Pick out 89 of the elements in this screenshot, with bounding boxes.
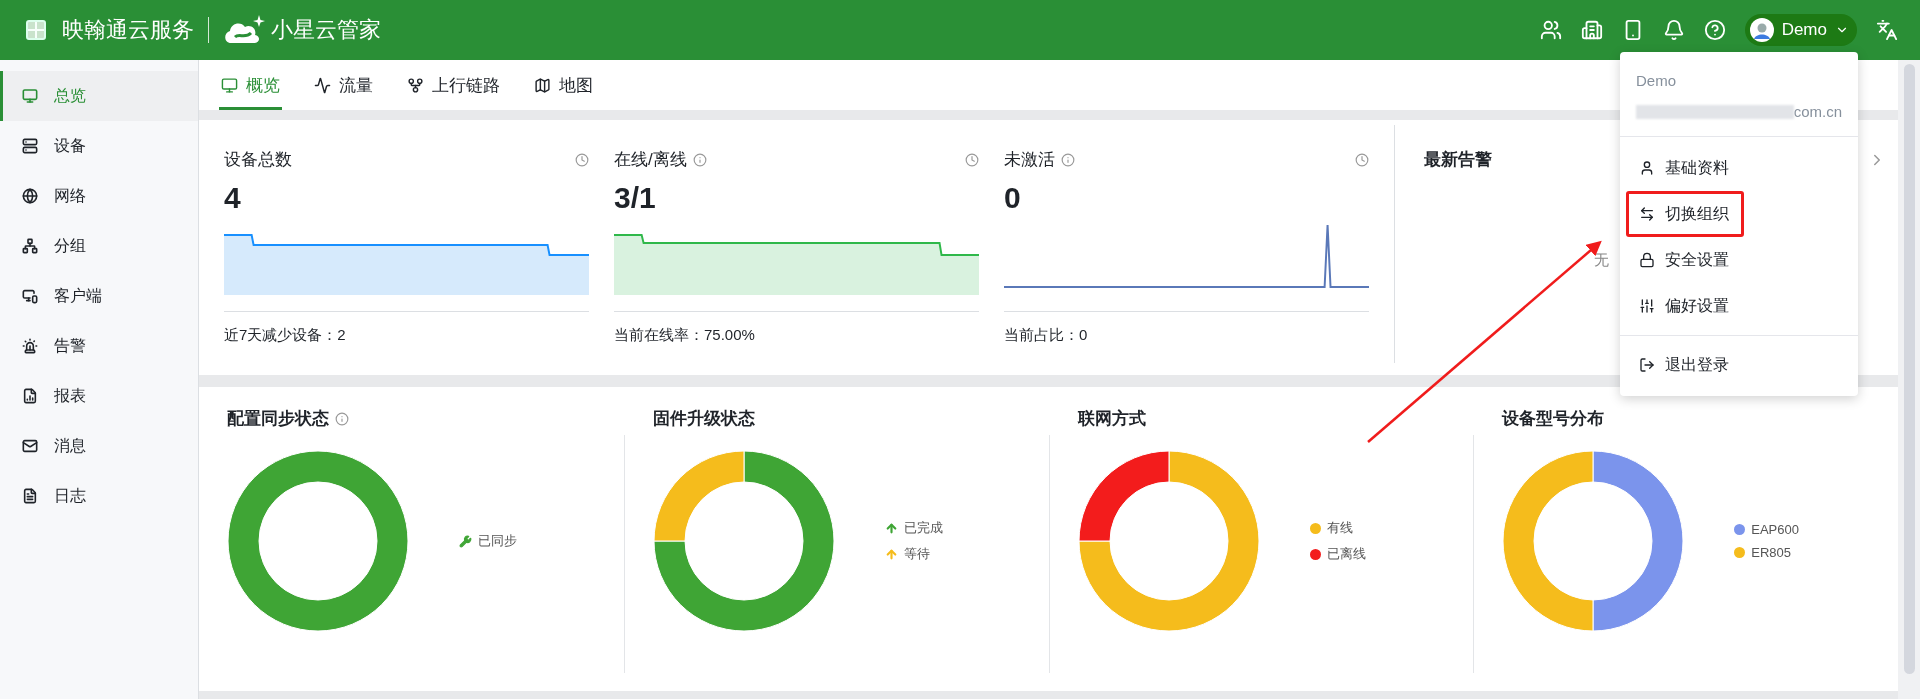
sidebar-label: 消息 — [54, 435, 86, 456]
report-icon — [22, 388, 38, 404]
sidebar-label: 总览 — [54, 85, 86, 106]
legend-label: 已离线 — [1326, 545, 1366, 563]
menu-label: 基础资料 — [1665, 157, 1729, 178]
sidebar-item[interactable]: 日志 — [0, 471, 198, 521]
notification-icon[interactable] — [1662, 19, 1685, 41]
stat-title: 未激活 — [1004, 149, 1055, 171]
globe-icon — [22, 188, 38, 204]
clock-icon — [575, 152, 589, 167]
stat-footer: 当前占比：0 — [1004, 326, 1088, 343]
sidebar-item[interactable]: 网络 — [0, 171, 198, 221]
menu-label: 切换组织 — [1665, 203, 1729, 224]
tab[interactable]: 上行链路 — [405, 60, 502, 110]
lock-icon — [1639, 252, 1655, 268]
map-icon — [534, 76, 551, 94]
sliders-icon — [1639, 298, 1655, 314]
tab[interactable]: 概览 — [219, 60, 282, 110]
sidebar-label: 分组 — [54, 235, 86, 256]
product-name: 映翰通云服务 — [62, 16, 194, 44]
clock-icon — [965, 152, 979, 167]
menu-label: 偏好设置 — [1665, 295, 1729, 316]
app-name: 小星云管家 — [271, 16, 381, 44]
user-icon — [1639, 160, 1655, 176]
sidebar-item[interactable]: 客户端 — [0, 271, 198, 321]
devices-icon — [22, 288, 38, 304]
fork-icon — [407, 76, 424, 94]
chart-title: 配置同步状态 — [227, 408, 329, 430]
scrollbar-thumb[interactable] — [1903, 64, 1915, 674]
clock-icon — [1355, 152, 1369, 167]
avatar-icon — [1749, 18, 1774, 42]
stat-footer: 近7天减少设备：2 — [224, 326, 346, 343]
legend-label: 有线 — [1326, 519, 1353, 537]
menu-item[interactable]: 切换组织 — [1626, 191, 1744, 237]
stat-value: 4 — [224, 181, 242, 215]
stat-title: 在线/离线 — [614, 149, 687, 171]
sidebar-label: 客户端 — [54, 285, 102, 306]
email-text: com.cn — [1793, 103, 1842, 120]
legend-label: 已同步 — [478, 532, 517, 550]
logout-icon — [1639, 357, 1655, 373]
menu-label: 安全设置 — [1665, 249, 1729, 270]
network-icon — [22, 238, 38, 254]
apps-icon[interactable] — [24, 18, 48, 42]
sidebar-item[interactable]: 分组 — [0, 221, 198, 271]
user-name: Demo — [1635, 71, 1677, 89]
chart-title: 固件升级状态 — [652, 408, 755, 430]
sidebar-item[interactable]: 消息 — [0, 421, 198, 471]
document-icon — [22, 488, 38, 504]
sidebar-label: 网络 — [54, 185, 86, 206]
sidebar-label: 设备 — [54, 135, 86, 156]
menu-item[interactable]: 基础资料 — [1626, 145, 1744, 191]
translate-icon[interactable] — [1876, 19, 1898, 41]
activity-icon — [314, 76, 331, 94]
cloud-star-logo — [223, 15, 265, 45]
menu-item[interactable]: 安全设置 — [1626, 237, 1744, 283]
sidebar-item[interactable]: 设备 — [0, 121, 198, 171]
menu-label: 退出登录 — [1665, 354, 1729, 375]
legend-label: 已完成 — [903, 519, 943, 537]
alerts-title: 最新告警 — [1424, 149, 1492, 171]
stat-value: 0 — [1004, 181, 1022, 215]
mail-icon — [22, 438, 38, 454]
legend-label: 等待 — [903, 545, 930, 563]
empty-text: 无 — [1594, 251, 1609, 270]
menu-item[interactable]: 退出登录 — [1626, 342, 1744, 388]
sidebar-label: 日志 — [54, 485, 86, 506]
monitor-icon — [221, 76, 238, 94]
building-icon[interactable] — [1580, 19, 1603, 41]
tab[interactable]: 流量 — [312, 60, 375, 110]
chart-title: 设备型号分布 — [1502, 408, 1605, 430]
sidebar-label: 报表 — [54, 385, 86, 406]
users-icon[interactable] — [1539, 19, 1562, 41]
menu-item[interactable]: 偏好设置 — [1626, 283, 1744, 329]
stat-title: 设备总数 — [224, 149, 292, 171]
stat-footer: 当前在线率：75.00% — [614, 326, 755, 343]
chart-title: 联网方式 — [1077, 408, 1146, 430]
sidebar-label: 告警 — [54, 335, 86, 356]
sidebar-item[interactable]: 报表 — [0, 371, 198, 421]
legend-label: ER805 — [1751, 545, 1791, 560]
siren-icon — [22, 338, 38, 354]
monitor-icon — [22, 88, 38, 104]
server-icon — [22, 138, 38, 154]
sidebar-item[interactable]: 总览 — [0, 71, 198, 121]
sidebar-item[interactable]: 告警 — [0, 321, 198, 371]
legend-label: EAP600 — [1751, 522, 1799, 537]
tab[interactable]: 地图 — [532, 60, 595, 110]
stat-value: 3/1 — [614, 181, 657, 215]
help-icon[interactable] — [1703, 19, 1726, 41]
user-menu-button[interactable]: Demo — [1744, 14, 1857, 46]
swap-icon — [1639, 206, 1655, 222]
